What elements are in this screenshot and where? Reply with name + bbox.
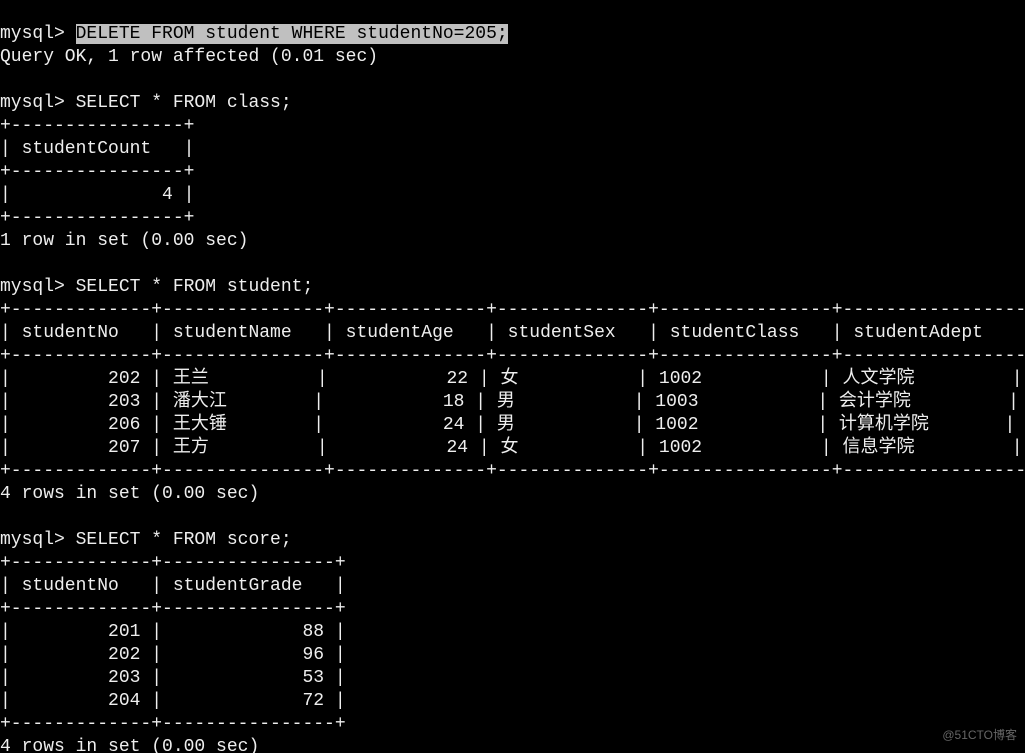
terminal-output: mysql> DELETE FROM student WHERE student… xyxy=(0,23,1025,753)
watermark: @51CTO博客 xyxy=(942,724,1017,747)
